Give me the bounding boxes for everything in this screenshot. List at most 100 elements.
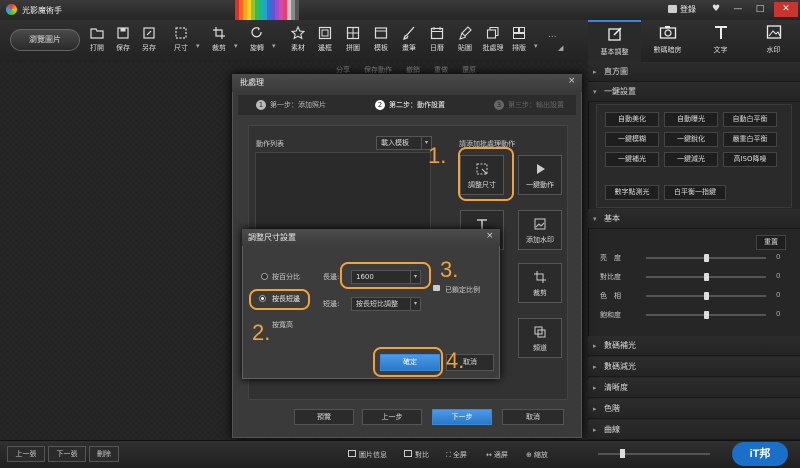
action-list-label: 動作列表 (256, 140, 284, 148)
section-basic[interactable]: 基本 (588, 209, 800, 229)
camera-icon (659, 26, 676, 39)
crop-action-button[interactable]: 裁剪 (518, 263, 562, 303)
rotate-dropdown-arrow[interactable]: ▾ (272, 42, 276, 50)
previous-image-button[interactable]: 上一張 (7, 446, 45, 462)
minimize-button[interactable]: — (729, 2, 747, 17)
annotation-ring-4 (373, 347, 443, 377)
material-button[interactable]: 素材 (283, 24, 313, 58)
more-tools-button[interactable]: ... (548, 30, 557, 40)
auto-exposure-button[interactable]: 自動曝光 (664, 112, 718, 127)
next-image-button[interactable]: 下一張 (48, 446, 86, 462)
section-one-click[interactable]: 一鍵設置 (588, 82, 800, 102)
layout-icon (513, 27, 525, 39)
radio-by-percent[interactable] (261, 273, 268, 280)
high-iso-denoise-button[interactable]: 高ISO降噪 (723, 152, 777, 167)
section-fill-light[interactable]: 數碼補光 (588, 336, 800, 356)
annotation-1: 1. (428, 143, 447, 168)
lock-icon (433, 285, 440, 291)
resize-dropdown-arrow[interactable]: ▾ (196, 42, 200, 50)
tab-watermark[interactable]: 水印 (747, 20, 800, 62)
one-click-blur-button[interactable]: 一鍵模糊 (605, 132, 659, 147)
play-icon (537, 164, 545, 174)
crop-button[interactable]: 裁剪 (204, 24, 234, 58)
section-clarity[interactable]: 清晰度 (588, 378, 800, 398)
annotation-ring-3 (340, 262, 431, 289)
fullscreen-icon: ⛶ (446, 451, 451, 459)
delete-button[interactable]: 刪除 (89, 446, 119, 462)
annotation-4: 4. (446, 348, 465, 373)
frame-button[interactable]: 邊框 (310, 24, 340, 58)
brightness-slider[interactable]: 亮 度 0 (598, 253, 798, 263)
maximize-button[interactable]: □ (751, 2, 769, 17)
channel-action-button[interactable]: 頻道 (518, 318, 562, 358)
preview-button[interactable]: 預覽 (294, 409, 354, 425)
reset-button[interactable]: 重置 (756, 235, 786, 250)
slider-handle[interactable] (704, 254, 709, 262)
zoom-slider[interactable] (598, 453, 710, 455)
save-as-icon (143, 27, 155, 39)
layout-button[interactable]: 排版 (504, 24, 534, 58)
section-histogram[interactable]: 直方圖 (588, 62, 800, 82)
slider-handle[interactable] (704, 292, 709, 300)
brush-button[interactable]: 畫筆 (394, 24, 424, 58)
white-balance-picker-button[interactable]: 白平衡一指鍵 (664, 185, 726, 200)
collapse-toolbar-icon[interactable]: ◢ (558, 44, 563, 52)
crop-dropdown-arrow[interactable]: ▾ (234, 42, 238, 50)
calendar-icon (430, 27, 444, 40)
hue-slider[interactable]: 色 相 0 (598, 291, 798, 301)
section-levels[interactable]: 色階 (588, 399, 800, 419)
by-percent-label: 按百分比 (272, 273, 300, 281)
calendar-button[interactable]: 日曆 (422, 24, 452, 58)
tab-basic-adjust[interactable]: 基本調整 (588, 20, 641, 62)
resize-icon (175, 27, 187, 39)
edit-icon (607, 27, 622, 41)
one-click-sharpen-button[interactable]: 一鍵銳化 (664, 132, 718, 147)
tab-text[interactable]: 文字 (694, 20, 747, 62)
section-reduce-light[interactable]: 數碼減光 (588, 357, 800, 377)
favorite-button[interactable]: ♥ (707, 2, 725, 17)
watermark-action-button[interactable]: 添加水印 (518, 210, 562, 250)
browse-images-button[interactable]: 瀏覽圖片 (10, 29, 80, 51)
tab-digital-darkroom[interactable]: 數碼暗房 (641, 20, 694, 62)
slider-handle[interactable] (704, 311, 709, 319)
template-button[interactable]: 模板 (366, 24, 396, 58)
collage-button[interactable]: 拼圖 (338, 24, 368, 58)
image-info-button[interactable]: 圖片信息 (348, 450, 387, 460)
sticker-button[interactable]: 貼圖 (450, 24, 480, 58)
reduce-light-button[interactable]: 一鍵減光 (664, 152, 718, 167)
batch-cancel-button[interactable]: 取消 (502, 409, 564, 425)
rotate-icon (251, 27, 262, 38)
section-curves[interactable]: 曲線 (588, 420, 800, 440)
previous-step-button[interactable]: 上一步 (362, 409, 422, 425)
saturation-slider[interactable]: 飽和度 0 (598, 310, 798, 320)
fullscreen-button[interactable]: ⛶ 全屏 (446, 450, 467, 460)
rotate-button[interactable]: 旋轉 (242, 24, 272, 58)
auto-white-balance-button[interactable]: 自動白平衡 (723, 112, 777, 127)
spot-metering-button[interactable]: 數字點測光 (605, 185, 659, 200)
load-template-dropdown[interactable]: 載入模板 ▾ (376, 136, 432, 150)
info-icon (348, 450, 356, 457)
batch-close-button[interactable]: × (568, 76, 576, 86)
resize-close-button[interactable]: × (486, 231, 494, 241)
short-side-label: 短邊: (323, 300, 340, 308)
crop-icon (213, 27, 225, 39)
zoom-button[interactable]: ⊕ 縮放 (526, 450, 548, 460)
zoom-slider-handle[interactable] (620, 449, 625, 458)
layout-dropdown-arrow[interactable]: ▾ (534, 42, 538, 50)
contrast-slider[interactable]: 對比度 0 (598, 272, 798, 282)
next-step-button[interactable]: 下一步 (432, 409, 492, 425)
compare-button[interactable]: 對比 (404, 450, 429, 460)
slider-handle[interactable] (704, 273, 709, 281)
one-click-action-button[interactable]: 一鍵動作 (518, 155, 562, 195)
save-as-button[interactable]: 另存 (134, 24, 164, 58)
fit-screen-button[interactable]: ↔ 適屏 (486, 450, 508, 460)
fill-light-button[interactable]: 一鍵補光 (605, 152, 659, 167)
save-icon (117, 27, 129, 39)
resize-button[interactable]: 尺寸 (166, 24, 196, 58)
auto-beautify-button[interactable]: 自動美化 (605, 112, 659, 127)
short-side-dropdown[interactable]: 按長短比調整 ▾ (351, 297, 421, 311)
login-button[interactable]: 登錄 (668, 4, 696, 15)
palette-swatch (295, 0, 299, 20)
close-window-button[interactable]: ✕ (774, 2, 798, 17)
severe-white-balance-button[interactable]: 嚴重白平衡 (723, 132, 777, 147)
